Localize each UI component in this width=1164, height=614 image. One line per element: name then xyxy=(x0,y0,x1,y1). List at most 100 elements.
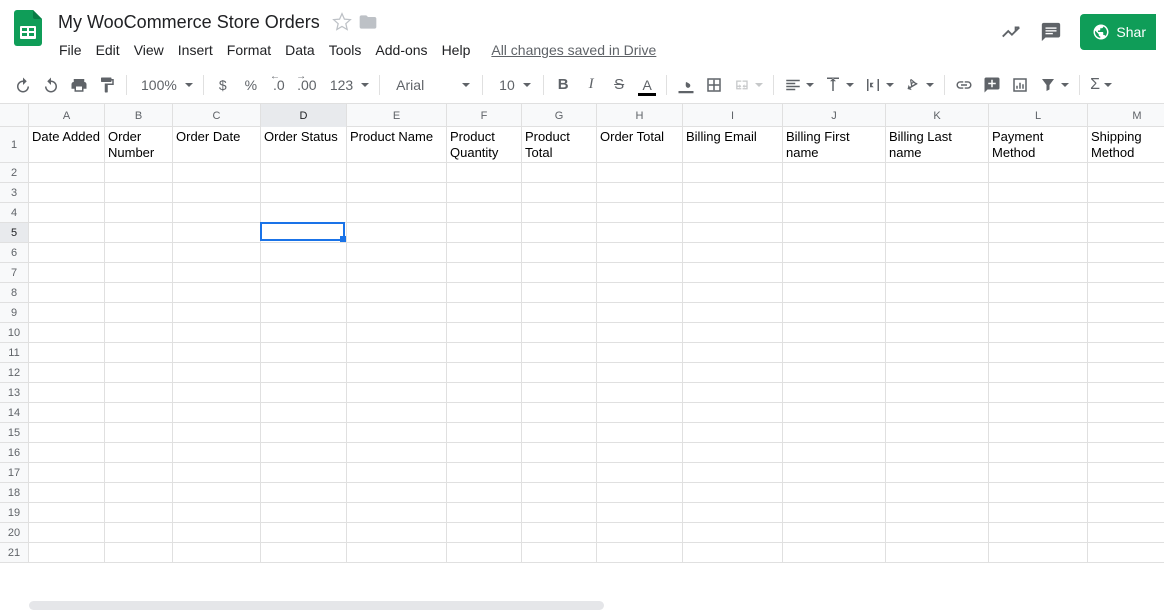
column-header-H[interactable]: H xyxy=(597,104,683,127)
cell-L12[interactable] xyxy=(989,363,1088,383)
cell-K15[interactable] xyxy=(886,423,989,443)
font-size-dropdown[interactable]: 10 xyxy=(489,77,537,93)
cell-E12[interactable] xyxy=(347,363,447,383)
cell-H8[interactable] xyxy=(597,283,683,303)
cell-K17[interactable] xyxy=(886,463,989,483)
cell-M2[interactable] xyxy=(1088,163,1164,183)
column-header-L[interactable]: L xyxy=(989,104,1088,127)
row-header-20[interactable]: 20 xyxy=(0,523,28,543)
paint-format-button[interactable] xyxy=(94,72,120,98)
cell-I10[interactable] xyxy=(683,323,783,343)
cell-G19[interactable] xyxy=(522,503,597,523)
cell-J18[interactable] xyxy=(783,483,886,503)
cell-G10[interactable] xyxy=(522,323,597,343)
cell-M7[interactable] xyxy=(1088,263,1164,283)
cell-D5[interactable] xyxy=(261,223,347,243)
cell-B11[interactable] xyxy=(105,343,173,363)
cell-M3[interactable] xyxy=(1088,183,1164,203)
cell-M17[interactable] xyxy=(1088,463,1164,483)
text-color-button[interactable]: A xyxy=(634,72,660,98)
cell-I3[interactable] xyxy=(683,183,783,203)
row-header-4[interactable]: 4 xyxy=(0,203,28,223)
cell-K13[interactable] xyxy=(886,383,989,403)
cell-D18[interactable] xyxy=(261,483,347,503)
cell-E15[interactable] xyxy=(347,423,447,443)
column-header-G[interactable]: G xyxy=(522,104,597,127)
cell-E21[interactable] xyxy=(347,543,447,563)
cell-D15[interactable] xyxy=(261,423,347,443)
cell-L13[interactable] xyxy=(989,383,1088,403)
share-button[interactable]: Shar xyxy=(1080,14,1156,50)
cell-E18[interactable] xyxy=(347,483,447,503)
cell-G17[interactable] xyxy=(522,463,597,483)
cell-H3[interactable] xyxy=(597,183,683,203)
cell-G6[interactable] xyxy=(522,243,597,263)
cell-B12[interactable] xyxy=(105,363,173,383)
cell-H10[interactable] xyxy=(597,323,683,343)
cell-C17[interactable] xyxy=(173,463,261,483)
cell-F2[interactable] xyxy=(447,163,522,183)
row-header-21[interactable]: 21 xyxy=(0,543,28,563)
save-status[interactable]: All changes saved in Drive xyxy=(491,42,656,58)
cell-J7[interactable] xyxy=(783,263,886,283)
cell-K10[interactable] xyxy=(886,323,989,343)
cell-H20[interactable] xyxy=(597,523,683,543)
font-dropdown[interactable]: Arial xyxy=(386,77,476,93)
cell-G18[interactable] xyxy=(522,483,597,503)
cell-F20[interactable] xyxy=(447,523,522,543)
menu-addons[interactable]: Add-ons xyxy=(368,38,434,62)
cell-J16[interactable] xyxy=(783,443,886,463)
cell-B2[interactable] xyxy=(105,163,173,183)
cell-A20[interactable] xyxy=(29,523,105,543)
cell-B3[interactable] xyxy=(105,183,173,203)
cell-F17[interactable] xyxy=(447,463,522,483)
cell-B19[interactable] xyxy=(105,503,173,523)
cell-E2[interactable] xyxy=(347,163,447,183)
vertical-align-button[interactable] xyxy=(820,76,858,94)
cell-C3[interactable] xyxy=(173,183,261,203)
cell-H9[interactable] xyxy=(597,303,683,323)
cell-L11[interactable] xyxy=(989,343,1088,363)
cell-G8[interactable] xyxy=(522,283,597,303)
cell-D8[interactable] xyxy=(261,283,347,303)
cell-F15[interactable] xyxy=(447,423,522,443)
cell-G20[interactable] xyxy=(522,523,597,543)
cell-K8[interactable] xyxy=(886,283,989,303)
cell-F10[interactable] xyxy=(447,323,522,343)
row-header-2[interactable]: 2 xyxy=(0,163,28,183)
row-header-16[interactable]: 16 xyxy=(0,443,28,463)
increase-decimal-button[interactable]: →.00 xyxy=(294,72,320,98)
cell-C18[interactable] xyxy=(173,483,261,503)
cell-E4[interactable] xyxy=(347,203,447,223)
cell-L20[interactable] xyxy=(989,523,1088,543)
cell-J2[interactable] xyxy=(783,163,886,183)
cell-F12[interactable] xyxy=(447,363,522,383)
cell-C21[interactable] xyxy=(173,543,261,563)
folder-icon[interactable] xyxy=(358,12,378,32)
cell-A12[interactable] xyxy=(29,363,105,383)
cell-M20[interactable] xyxy=(1088,523,1164,543)
cell-I11[interactable] xyxy=(683,343,783,363)
row-header-7[interactable]: 7 xyxy=(0,263,28,283)
cell-B14[interactable] xyxy=(105,403,173,423)
cell-M15[interactable] xyxy=(1088,423,1164,443)
cell-B20[interactable] xyxy=(105,523,173,543)
cell-A19[interactable] xyxy=(29,503,105,523)
cell-J21[interactable] xyxy=(783,543,886,563)
cell-I20[interactable] xyxy=(683,523,783,543)
cell-H13[interactable] xyxy=(597,383,683,403)
sheets-logo[interactable] xyxy=(8,8,48,48)
comments-icon[interactable] xyxy=(1040,21,1062,43)
cell-D9[interactable] xyxy=(261,303,347,323)
column-header-E[interactable]: E xyxy=(347,104,447,127)
functions-button[interactable]: Σ xyxy=(1086,76,1116,94)
cell-B15[interactable] xyxy=(105,423,173,443)
cell-F1[interactable]: Product Quantity xyxy=(447,127,522,163)
format-currency-button[interactable]: $ xyxy=(210,72,236,98)
star-icon[interactable] xyxy=(332,12,352,32)
cell-A21[interactable] xyxy=(29,543,105,563)
cell-J3[interactable] xyxy=(783,183,886,203)
menu-tools[interactable]: Tools xyxy=(322,38,369,62)
row-header-10[interactable]: 10 xyxy=(0,323,28,343)
cell-L14[interactable] xyxy=(989,403,1088,423)
